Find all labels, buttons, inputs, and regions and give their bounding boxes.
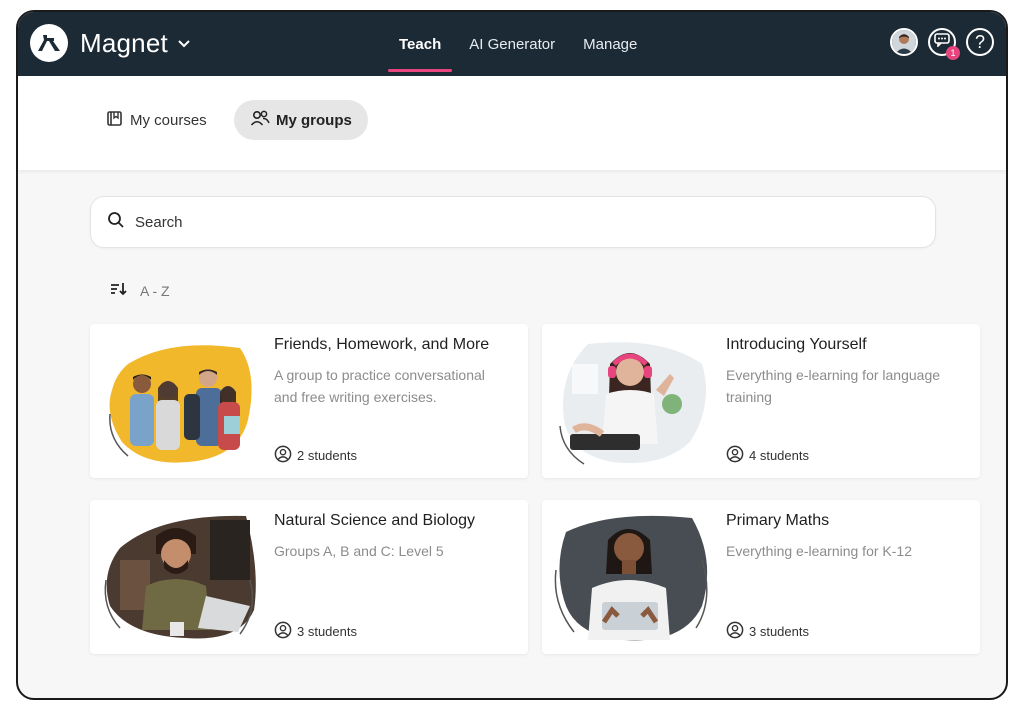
group-description: A group to practice conversational and f…: [274, 367, 485, 405]
search-bar: [90, 196, 936, 248]
brand-switcher[interactable]: Magnet: [30, 24, 190, 62]
tab-teach[interactable]: Teach: [388, 12, 453, 76]
help-button[interactable]: ?: [966, 28, 994, 56]
group-title: Primary Maths: [726, 512, 830, 529]
help-icon: ?: [974, 32, 985, 52]
app-name: Magnet: [80, 27, 168, 58]
student-count: 4 students: [726, 445, 809, 466]
student-count: 2 students: [274, 445, 357, 466]
app-window: Magnet Teach AI Generator Manage 1 ? My …: [16, 10, 1008, 700]
section-switcher: My courses My groups: [18, 76, 1006, 170]
group-card[interactable]: Friends, Homework, and More A group to p…: [90, 324, 528, 478]
sort-label: A - Z: [140, 282, 170, 299]
group-description: Everything e-learning for language train…: [726, 367, 941, 405]
student-count-label: 3 students: [297, 624, 357, 639]
group-description: Everything e-learning for K-12: [726, 543, 912, 559]
my-groups-label: My groups: [276, 111, 352, 129]
book-icon: [106, 109, 124, 131]
my-courses-label: My courses: [130, 111, 207, 129]
my-courses-tab[interactable]: My courses: [90, 100, 223, 140]
student-count-label: 3 students: [749, 624, 809, 639]
magnet-logo-icon: [30, 24, 68, 62]
group-title: Friends, Homework, and More: [274, 336, 490, 353]
group-title: Introducing Yourself: [726, 336, 867, 353]
sort-icon: [110, 282, 128, 299]
student-count-label: 2 students: [297, 448, 357, 463]
group-title: Natural Science and Biology: [274, 512, 476, 529]
sort-control[interactable]: A - Z: [110, 282, 170, 299]
tab-manage[interactable]: Manage: [572, 12, 648, 76]
top-right-actions: 1 ?: [890, 28, 994, 60]
avatar[interactable]: [890, 28, 918, 56]
student-count: 3 students: [274, 621, 357, 642]
main-tabs: Teach AI Generator Manage: [388, 12, 648, 76]
group-card[interactable]: Primary Maths Everything e-learning for …: [542, 500, 980, 654]
user-circle-icon: [274, 445, 292, 466]
user-circle-icon: [274, 621, 292, 642]
top-navigation-bar: Magnet Teach AI Generator Manage 1 ?: [18, 12, 1006, 76]
group-card[interactable]: Introducing Yourself Everything e-learni…: [542, 324, 980, 478]
tab-ai-generator[interactable]: AI Generator: [458, 12, 566, 76]
student-count-label: 4 students: [749, 448, 809, 463]
group-thumbnail: [100, 334, 260, 468]
student-count: 3 students: [726, 621, 809, 642]
group-description: Groups A, B and C: Level 5: [274, 543, 444, 559]
chat-button[interactable]: 1: [928, 28, 960, 60]
users-icon: [250, 109, 270, 131]
search-input[interactable]: [135, 213, 855, 231]
user-circle-icon: [726, 621, 744, 642]
notification-badge: 1: [946, 46, 960, 60]
group-card[interactable]: Natural Science and Biology Groups A, B …: [90, 500, 528, 654]
group-thumbnail: [100, 510, 260, 644]
chevron-down-icon: [178, 35, 190, 53]
my-groups-tab[interactable]: My groups: [234, 100, 368, 140]
group-thumbnail: [552, 334, 712, 468]
search-icon: [107, 211, 125, 234]
group-thumbnail: [552, 510, 712, 644]
user-circle-icon: [726, 445, 744, 466]
